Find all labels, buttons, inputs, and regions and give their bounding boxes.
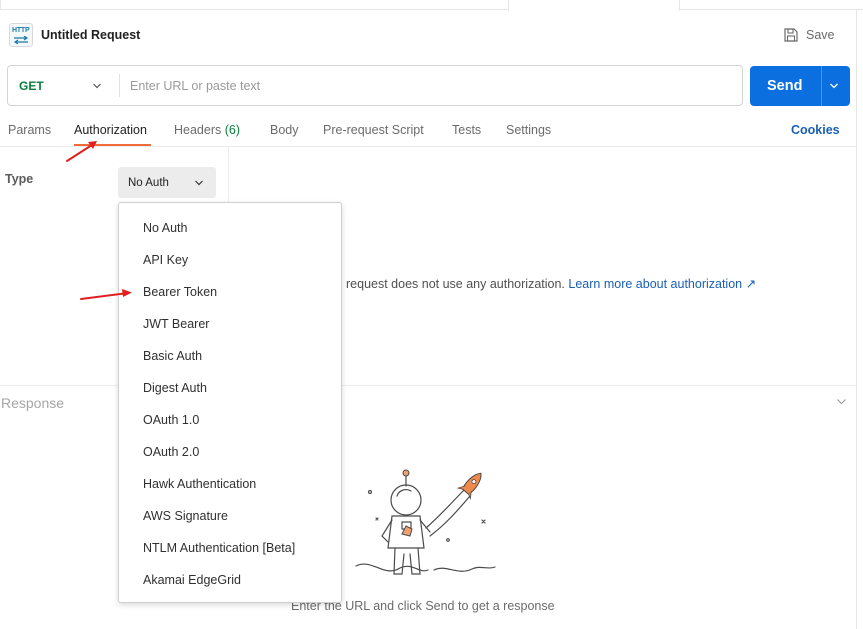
tab-strip-segment <box>0 0 1 10</box>
request-tabs: Params Authorization Headers (6) Body Pr… <box>0 116 856 147</box>
save-icon <box>784 28 798 42</box>
dropdown-option-jwt-bearer[interactable]: JWT Bearer <box>119 308 341 340</box>
chevron-down-icon[interactable] <box>836 396 847 407</box>
auth-type-select[interactable]: No Auth <box>118 167 216 198</box>
dropdown-option-akamai-edgegrid[interactable]: Akamai EdgeGrid <box>119 564 341 596</box>
dropdown-option-oauth-1[interactable]: OAuth 1.0 <box>119 404 341 436</box>
tab-authorization[interactable]: Authorization <box>74 123 147 137</box>
dropdown-option-hawk-authentication[interactable]: Hawk Authentication <box>119 468 341 500</box>
annotation-arrow-icon <box>66 141 97 162</box>
send-divider <box>821 66 822 106</box>
auth-message: request does not use any authorization. … <box>346 276 756 291</box>
tab-body[interactable]: Body <box>270 123 299 137</box>
request-header: HTTP Untitled Request Save <box>0 10 856 62</box>
type-label: Type <box>5 172 34 186</box>
response-label: Response <box>1 395 65 411</box>
method-label: GET <box>19 78 44 93</box>
tab-tests[interactable]: Tests <box>452 123 481 137</box>
dropdown-option-aws-signature[interactable]: AWS Signature <box>119 500 341 532</box>
url-bar: GET <box>7 65 743 106</box>
auth-type-value: No Auth <box>128 176 169 189</box>
dropdown-option-no-auth[interactable]: No Auth <box>119 212 341 244</box>
save-label: Save <box>806 28 835 42</box>
chevron-down-icon <box>93 83 101 89</box>
url-input[interactable] <box>130 72 730 99</box>
dropdown-option-basic-auth[interactable]: Basic Auth <box>119 340 341 372</box>
tab-params[interactable]: Params <box>8 123 51 137</box>
tab-headers-label: Headers <box>174 123 222 137</box>
chevron-down-icon <box>195 180 203 186</box>
cookies-link[interactable]: Cookies <box>791 123 840 137</box>
learn-more-link[interactable]: Learn more about authorization ↗ <box>568 277 756 291</box>
exchange-arrows-icon <box>13 36 29 44</box>
chevron-down-icon[interactable] <box>829 81 839 91</box>
right-border <box>856 10 857 629</box>
annotation-arrow-icon <box>80 289 132 300</box>
send-button[interactable]: Send <box>750 66 850 106</box>
save-button[interactable]: Save <box>783 24 835 46</box>
method-divider <box>119 74 120 97</box>
tab-settings[interactable]: Settings <box>506 123 551 137</box>
tab-headers[interactable]: Headers (6) <box>174 123 240 137</box>
send-label: Send <box>767 78 803 94</box>
headers-count: (6) <box>224 123 241 137</box>
request-title[interactable]: Untitled Request <box>41 28 140 42</box>
http-icon: HTTP <box>9 23 33 47</box>
dropdown-option-api-key[interactable]: API Key <box>119 244 341 276</box>
dropdown-option-bearer-token[interactable]: Bearer Token <box>119 276 341 308</box>
dropdown-option-oauth-2[interactable]: OAuth 2.0 <box>119 436 341 468</box>
auth-message-text: request does not use any authorization. <box>346 277 565 291</box>
method-select[interactable]: GET <box>8 66 119 105</box>
dropdown-option-ntlm-authentication[interactable]: NTLM Authentication [Beta] <box>119 532 341 564</box>
http-icon-text: HTTP <box>12 27 30 34</box>
dropdown-option-digest-auth[interactable]: Digest Auth <box>119 372 341 404</box>
top-tab-strip <box>0 0 863 11</box>
astronaut-illustration-icon <box>355 469 496 575</box>
tab-pre-request-script[interactable]: Pre-request Script <box>323 123 424 137</box>
auth-type-dropdown: No Auth API Key Bearer Token JWT Bearer … <box>118 202 342 603</box>
